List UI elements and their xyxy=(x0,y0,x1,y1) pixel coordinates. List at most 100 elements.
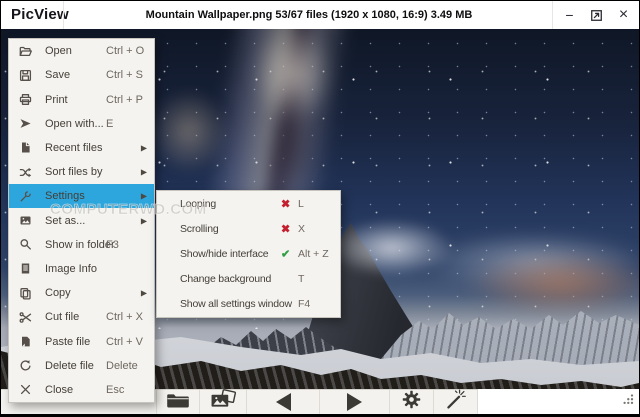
set-as-icon xyxy=(18,214,32,228)
menu-item-shortcut: E xyxy=(106,117,114,130)
close-icon xyxy=(18,383,32,397)
app-logo: PicView xyxy=(11,6,69,23)
menu-item-label: Delete file xyxy=(45,359,94,372)
menu-item-label: Image Info xyxy=(45,262,97,275)
submenu-item-label: Change background xyxy=(180,273,272,286)
titlebar[interactable]: PicView Mountain Wallpaper.png 53/67 fil… xyxy=(1,1,639,29)
submenu-item-label: Looping xyxy=(180,197,216,210)
menu-item-shortcut: Ctrl + X xyxy=(106,311,143,324)
window-title: Mountain Wallpaper.png 53/67 files (1920… xyxy=(145,9,473,21)
recycle-delete-icon xyxy=(18,359,32,373)
close-window-button[interactable]: × xyxy=(610,1,637,29)
folder-open-icon xyxy=(18,44,32,58)
open-folder-button[interactable] xyxy=(156,390,200,414)
submenu-item-change-background[interactable]: Change background T xyxy=(157,267,340,292)
gear-icon xyxy=(401,389,422,415)
copy-icon xyxy=(18,286,32,300)
search-icon xyxy=(18,238,32,252)
submenu-arrow-icon: ▶ xyxy=(140,143,147,153)
cross-mark-icon: ✖ xyxy=(281,223,291,236)
titlebar-divider xyxy=(552,1,553,29)
cloud xyxy=(149,89,229,174)
window-controls: − × xyxy=(556,1,637,29)
submenu-item-show-hide-interface[interactable]: Show/hide interface ✔ Alt + Z xyxy=(157,241,340,266)
submenu-item-show-all-settings[interactable]: Show all settings window F4 xyxy=(157,292,340,317)
open-with-icon xyxy=(18,117,32,131)
submenu-item-shortcut: L xyxy=(298,197,304,210)
menu-item-copy[interactable]: Copy ▶ xyxy=(9,281,154,305)
menu-item-recent-files[interactable]: Recent files ▶ xyxy=(9,136,154,160)
print-icon xyxy=(18,93,32,107)
gallery-button[interactable] xyxy=(200,389,247,414)
menu-item-shortcut: Delete xyxy=(106,359,138,372)
effects-button[interactable] xyxy=(434,388,478,416)
menu-item-label: Sort files by xyxy=(45,166,103,179)
menu-item-sort-files-by[interactable]: Sort files by ▶ xyxy=(9,160,154,184)
picview-window: PicView Mountain Wallpaper.png 53/67 fil… xyxy=(0,0,640,417)
menu-item-shortcut: Ctrl + S xyxy=(106,69,143,82)
menu-item-image-info[interactable]: Image Info xyxy=(9,257,154,281)
settings-submenu: Looping ✖ L Scrolling ✖ X Show/hide inte… xyxy=(156,190,341,318)
submenu-item-label: Show/hide interface xyxy=(180,248,269,260)
paste-icon xyxy=(18,335,32,349)
menu-item-set-as[interactable]: Set as... ▶ xyxy=(9,208,154,232)
menu-item-label: Print xyxy=(45,93,68,106)
wrench-icon xyxy=(18,189,32,203)
submenu-arrow-icon: ▶ xyxy=(140,191,147,201)
resize-grip[interactable] xyxy=(622,392,634,410)
submenu-item-label: Show all settings window xyxy=(180,298,292,311)
minimize-button[interactable]: − xyxy=(556,1,583,29)
horizon-glow xyxy=(466,251,639,315)
menu-item-shortcut: Ctrl + P xyxy=(106,93,143,106)
menu-item-label: Cut file xyxy=(45,311,80,324)
menu-item-shortcut: Esc xyxy=(106,383,125,396)
recent-files-icon xyxy=(18,141,32,155)
sort-icon xyxy=(18,165,32,179)
menu-item-label: Open xyxy=(45,45,72,58)
submenu-item-scrolling[interactable]: Scrolling ✖ X xyxy=(157,216,340,241)
image-info-icon xyxy=(18,262,32,276)
menu-item-label: Show in folder xyxy=(45,238,115,251)
toolbar-spacer xyxy=(478,389,639,414)
menu-item-cut-file[interactable]: Cut file Ctrl + X xyxy=(9,305,154,329)
next-arrow-icon xyxy=(347,393,362,411)
folder-icon xyxy=(165,391,191,414)
submenu-item-label: Scrolling xyxy=(180,222,219,235)
submenu-item-shortcut: T xyxy=(298,273,305,286)
fullscreen-button[interactable] xyxy=(583,1,610,29)
menu-item-label: Recent files xyxy=(45,141,103,154)
menu-item-paste-file[interactable]: Paste file Ctrl + V xyxy=(9,329,154,353)
context-menu: Open Ctrl + O Save Ctrl + S Print Ctrl + xyxy=(8,38,155,403)
menu-item-show-in-folder[interactable]: Show in folder F3 xyxy=(9,233,154,257)
menu-item-settings[interactable]: Settings ▶ xyxy=(9,184,154,209)
menu-item-close[interactable]: Close Esc xyxy=(9,378,154,402)
settings-button[interactable] xyxy=(390,390,434,414)
fullscreen-icon xyxy=(590,9,603,22)
menu-item-label: Settings xyxy=(45,190,85,203)
submenu-item-shortcut: F4 xyxy=(298,298,311,311)
menu-item-label: Close xyxy=(45,383,74,396)
submenu-arrow-icon: ▶ xyxy=(140,167,147,177)
magic-wand-icon xyxy=(444,388,467,416)
titlebar-divider xyxy=(63,1,64,29)
submenu-item-looping[interactable]: Looping ✖ L xyxy=(157,191,340,216)
submenu-item-shortcut: Alt + Z xyxy=(298,248,329,260)
menu-item-open-with[interactable]: Open with... E xyxy=(9,112,154,136)
check-mark-icon: ✔ xyxy=(281,248,291,261)
menu-item-print[interactable]: Print Ctrl + P xyxy=(9,87,154,111)
submenu-arrow-icon: ▶ xyxy=(140,216,147,226)
menu-item-delete-file[interactable]: Delete file Delete xyxy=(9,354,154,378)
menu-item-label: Copy xyxy=(45,287,71,300)
menu-item-shortcut: Ctrl + V xyxy=(106,335,143,348)
menu-item-open[interactable]: Open Ctrl + O xyxy=(9,39,154,63)
menu-item-shortcut: F3 xyxy=(106,238,119,251)
menu-item-label: Paste file xyxy=(45,335,91,348)
previous-image-button[interactable] xyxy=(247,390,320,414)
menu-item-label: Save xyxy=(45,69,71,82)
menu-item-save[interactable]: Save Ctrl + S xyxy=(9,63,154,87)
next-image-button[interactable] xyxy=(320,390,390,414)
menu-item-label: Set as... xyxy=(45,214,86,227)
previous-arrow-icon xyxy=(275,393,291,411)
cross-mark-icon: ✖ xyxy=(281,198,291,211)
save-icon xyxy=(18,68,32,82)
